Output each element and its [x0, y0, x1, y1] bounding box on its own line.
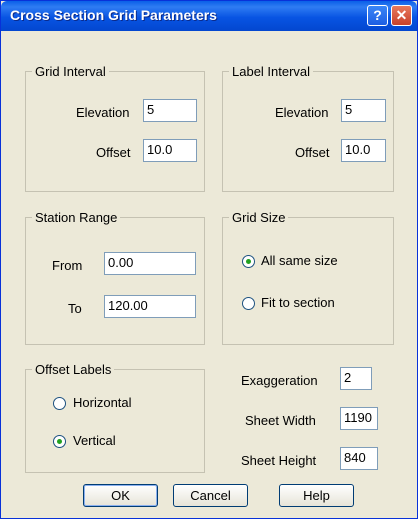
label-interval-title: Label Interval	[229, 64, 314, 79]
vertical-radio[interactable]	[53, 435, 66, 448]
cancel-button[interactable]: Cancel	[173, 484, 248, 507]
station-to-label: To	[68, 301, 82, 316]
sheet-height-field[interactable]: 840	[340, 447, 378, 470]
label-elevation-field[interactable]: 5	[341, 99, 386, 122]
grid-size-group: Grid Size All same size Fit to section	[222, 210, 394, 345]
grid-interval-title: Grid Interval	[32, 64, 109, 79]
exaggeration-field[interactable]: 2	[340, 367, 372, 390]
grid-offset-label: Offset	[96, 145, 131, 160]
sheet-height-label: Sheet Height	[241, 453, 317, 468]
grid-size-title: Grid Size	[229, 210, 289, 225]
dialog-window: Cross Section Grid Parameters ? ✕ Grid I…	[0, 0, 418, 519]
grid-elevation-field[interactable]: 5	[143, 99, 197, 122]
ok-button[interactable]: OK	[83, 484, 158, 507]
grid-elevation-label: Elevation	[76, 105, 130, 120]
grid-interval-group: Grid Interval Elevation 5 Offset 10.0	[25, 64, 205, 192]
help-icon[interactable]: ?	[367, 5, 388, 26]
label-elevation-label: Elevation	[275, 105, 329, 120]
exaggeration-label: Exaggeration	[241, 373, 318, 388]
horizontal-label[interactable]: Horizontal	[73, 395, 132, 410]
label-interval-group: Label Interval Elevation 5 Offset 10.0	[222, 64, 394, 192]
station-to-field[interactable]: 120.00	[104, 295, 196, 318]
offset-labels-group: Offset Labels Horizontal Vertical	[25, 362, 205, 473]
fit-to-section-radio[interactable]	[242, 297, 255, 310]
fit-to-section-label[interactable]: Fit to section	[261, 295, 335, 310]
offset-labels-title: Offset Labels	[32, 362, 115, 377]
label-offset-label: Offset	[295, 145, 330, 160]
sheet-width-field[interactable]: 1190	[340, 407, 378, 430]
grid-offset-field[interactable]: 10.0	[143, 139, 197, 162]
sheet-width-label: Sheet Width	[245, 413, 316, 428]
dialog-title: Cross Section Grid Parameters	[10, 7, 217, 23]
close-icon[interactable]: ✕	[391, 5, 412, 26]
station-from-field[interactable]: 0.00	[104, 252, 196, 275]
vertical-label[interactable]: Vertical	[73, 433, 116, 448]
horizontal-radio[interactable]	[53, 397, 66, 410]
help-button[interactable]: Help	[279, 484, 354, 507]
all-same-size-label[interactable]: All same size	[261, 253, 338, 268]
all-same-size-radio[interactable]	[242, 255, 255, 268]
title-bar[interactable]: Cross Section Grid Parameters ? ✕	[1, 1, 417, 31]
label-offset-field[interactable]: 10.0	[341, 139, 386, 162]
station-range-title: Station Range	[32, 210, 121, 225]
station-range-group: Station Range From 0.00 To 120.00	[25, 210, 205, 345]
station-from-label: From	[52, 258, 83, 273]
